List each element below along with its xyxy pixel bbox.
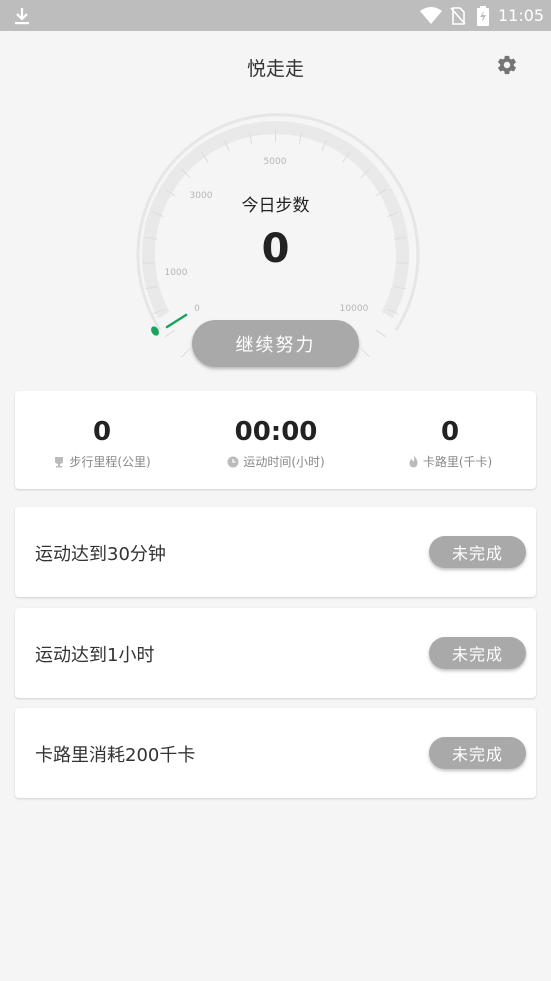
flame-icon bbox=[409, 455, 418, 468]
duration-label: 运动时间(小时) bbox=[189, 453, 363, 470]
stat-calories: 0 卡路里(千卡) bbox=[363, 391, 537, 489]
task-card: 卡路里消耗200千卡 未完成 bbox=[15, 708, 536, 798]
keep-going-button[interactable]: 继续努力 bbox=[192, 320, 359, 367]
gauge-needle bbox=[165, 313, 188, 329]
download-icon bbox=[15, 8, 29, 25]
gauge-tick-label: 5000 bbox=[264, 157, 287, 167]
gauge-tick bbox=[181, 348, 191, 358]
distance-value: 0 bbox=[92, 417, 112, 447]
task-label: 运动达到30分钟 bbox=[35, 544, 166, 565]
task-card: 运动达到30分钟 未完成 bbox=[15, 507, 536, 597]
calories-value: 0 bbox=[440, 417, 460, 447]
battery-charging-icon bbox=[477, 6, 489, 26]
clock-time: 11:05 bbox=[498, 6, 545, 25]
clock-icon bbox=[227, 456, 239, 468]
page-title: 悦走走 bbox=[246, 58, 304, 80]
gauge-track bbox=[142, 121, 409, 319]
task-status-button[interactable]: 未完成 bbox=[429, 536, 526, 568]
task-status-button[interactable]: 未完成 bbox=[429, 637, 526, 669]
gauge-outer-arc bbox=[136, 113, 420, 331]
stat-distance: 0 步行里程(公里) bbox=[15, 391, 189, 489]
gauge-tick bbox=[375, 329, 387, 338]
stats-card: 0 步行里程(公里) 00:00 运动时间(小时) 0 卡路里(千卡) bbox=[15, 391, 536, 489]
task-label: 卡路里消耗200千卡 bbox=[35, 745, 196, 766]
gauge-tick bbox=[164, 329, 176, 338]
steps-label: 今日步数 bbox=[241, 196, 310, 216]
calories-label: 卡路里(千卡) bbox=[363, 453, 537, 470]
gauge-tick-label: 10000 bbox=[340, 304, 369, 314]
wifi-icon bbox=[420, 7, 442, 24]
gauge-tick-label: 0 bbox=[194, 304, 200, 314]
duration-value: 00:00 bbox=[234, 417, 318, 447]
distance-label: 步行里程(公里) bbox=[15, 453, 189, 470]
stat-duration: 00:00 运动时间(小时) bbox=[189, 391, 363, 489]
gauge-tick bbox=[360, 348, 370, 358]
trophy-icon bbox=[55, 457, 64, 468]
status-bar: 11:05 bbox=[0, 0, 551, 31]
task-label: 运动达到1小时 bbox=[35, 645, 155, 666]
task-status-button[interactable]: 未完成 bbox=[429, 737, 526, 769]
task-card: 运动达到1小时 未完成 bbox=[15, 608, 536, 698]
gear-icon[interactable] bbox=[496, 54, 518, 76]
steps-value: 0 bbox=[261, 226, 290, 272]
no-sim-icon bbox=[450, 7, 466, 25]
